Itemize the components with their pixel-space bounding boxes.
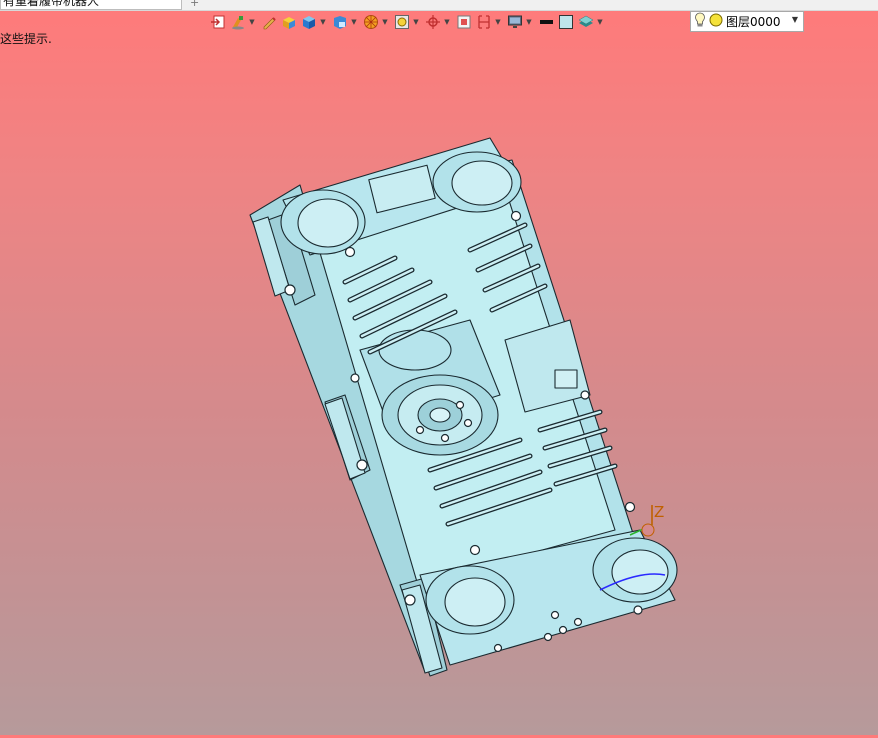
paint-icon[interactable] <box>228 11 248 33</box>
layer-select[interactable]: 图层0000 ▼ <box>690 11 804 32</box>
view-toolbar: ▼ ▼ ▼ ▼ ▼ ▼ ▼ ▼ ▼ <box>208 11 607 33</box>
line-color-icon[interactable] <box>536 11 556 33</box>
cube-dropdown-icon[interactable]: ▼ <box>319 11 327 33</box>
monitor-dropdown-icon[interactable]: ▼ <box>525 11 533 33</box>
zoom-icon[interactable] <box>392 11 412 33</box>
lightbulb-icon[interactable] <box>694 12 706 31</box>
zoom-dropdown-icon[interactable]: ▼ <box>412 11 420 33</box>
fill-color-icon[interactable] <box>556 11 576 33</box>
layers-icon[interactable] <box>576 11 596 33</box>
robot-model-render <box>249 137 678 677</box>
document-tab[interactable]: 有重着履带机器人 <box>0 0 182 10</box>
snap-box-icon[interactable] <box>454 11 474 33</box>
layers-dropdown-icon[interactable]: ▼ <box>596 11 604 33</box>
dimension-icon[interactable] <box>474 11 494 33</box>
orient-icon[interactable] <box>423 11 443 33</box>
monitor-icon[interactable] <box>505 11 525 33</box>
box-view-icon[interactable] <box>330 11 350 33</box>
z-axis-label: Z <box>654 503 665 521</box>
chevron-down-icon[interactable]: ▼ <box>792 15 798 24</box>
orient-dropdown-icon[interactable]: ▼ <box>443 11 451 33</box>
document-tab-bar: 有重着履带机器人 + <box>0 0 878 11</box>
document-tab-title: 有重着履带机器人 <box>3 0 100 8</box>
dimension-dropdown-icon[interactable]: ▼ <box>494 11 502 33</box>
cube-icon[interactable] <box>299 11 319 33</box>
layer-name: 图层0000 <box>726 15 781 29</box>
hint-text: 这些提示. <box>0 32 52 46</box>
new-tab-button[interactable]: + <box>190 0 199 9</box>
box-view-dropdown-icon[interactable]: ▼ <box>350 11 358 33</box>
shade-solid-icon[interactable] <box>279 11 299 33</box>
section-icon[interactable] <box>361 11 381 33</box>
pencil-icon[interactable] <box>259 11 279 33</box>
section-dropdown-icon[interactable]: ▼ <box>381 11 389 33</box>
3d-viewport <box>0 0 878 735</box>
exit-sketch-icon[interactable] <box>208 11 228 33</box>
paint-dropdown-icon[interactable]: ▼ <box>248 11 256 33</box>
layer-color-icon <box>709 13 723 30</box>
